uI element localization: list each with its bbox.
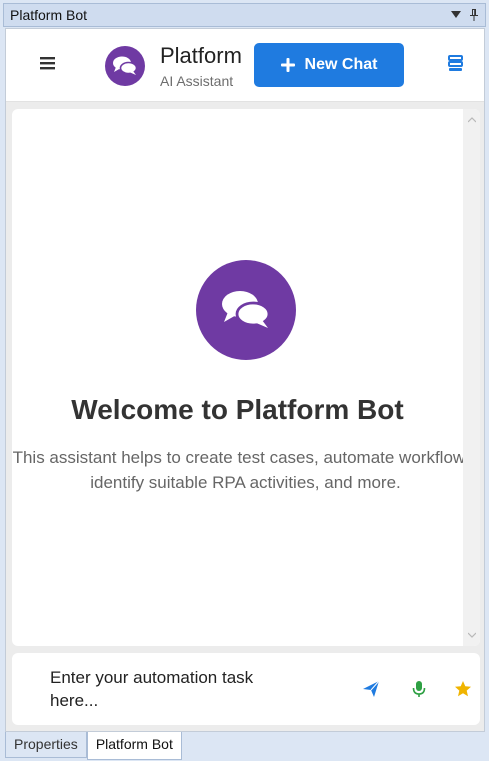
scroll-up-arrow-icon[interactable] (468, 117, 476, 123)
new-chat-label: New Chat (304, 56, 378, 73)
welcome-description: This assistant helps to create test case… (12, 448, 479, 492)
vertical-scrollbar[interactable] (463, 109, 480, 646)
header: Platform AI Assistant New Chat (6, 29, 484, 102)
task-input[interactable] (50, 666, 290, 712)
welcome-title: Welcome to Platform Bot (71, 394, 404, 425)
brand-subtitle: AI Assistant (160, 73, 234, 89)
chat-bubbles-icon (222, 291, 271, 328)
chat-area: Welcome to Platform Bot This assistant h… (12, 109, 480, 646)
panel-controls (451, 9, 479, 21)
panel-titlebar: Platform Bot (3, 3, 486, 27)
tab-platform-bot[interactable]: Platform Bot (86, 732, 182, 760)
new-chat-button[interactable]: New Chat (254, 43, 404, 87)
paper-plane-icon[interactable] (362, 680, 380, 698)
scroll-down-arrow-icon[interactable] (468, 632, 476, 638)
panel-body: Platform AI Assistant New Chat Welcome t… (5, 28, 485, 732)
input-bar (12, 653, 480, 725)
chat-bubbles-icon (113, 56, 138, 75)
plus-icon (280, 58, 295, 72)
panel-title: Platform Bot (10, 7, 88, 23)
microphone-icon[interactable] (410, 680, 428, 698)
welcome-logo (196, 260, 296, 360)
server-stack-icon[interactable] (447, 54, 465, 72)
tab-properties[interactable]: Properties (5, 732, 87, 758)
bottom-tab-strip: Properties Platform Bot (5, 732, 182, 760)
brand-avatar (105, 46, 145, 86)
pin-icon[interactable] (469, 9, 479, 21)
hamburger-menu-icon[interactable] (38, 53, 58, 73)
triangle-down-icon[interactable] (451, 11, 461, 19)
brand-title: Platform (160, 43, 242, 68)
star-icon[interactable] (454, 680, 472, 698)
